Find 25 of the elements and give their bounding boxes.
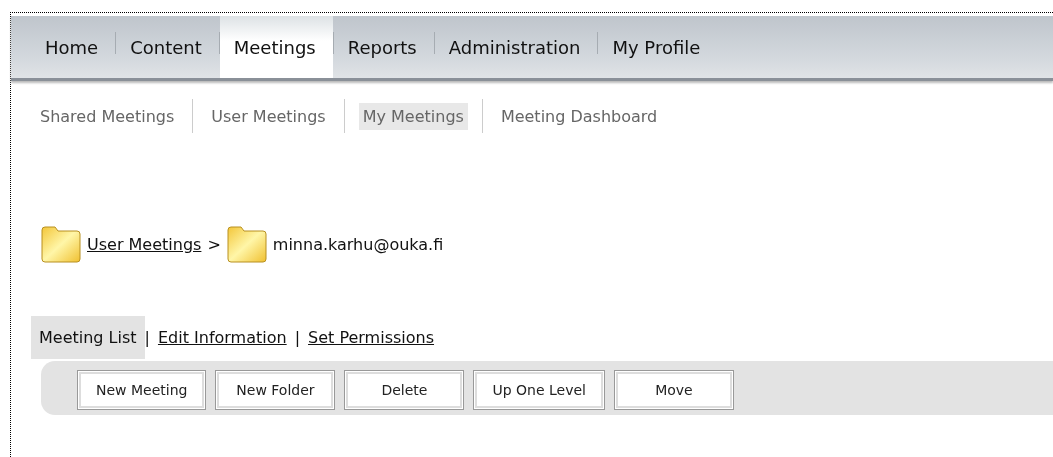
view-tab[interactable]: Set Permissions	[300, 316, 443, 359]
toolbar-button[interactable]: New Folder	[215, 370, 336, 410]
toolbar-button[interactable]: New Meeting	[77, 370, 207, 410]
tab-separator: |	[144, 328, 150, 347]
nav-tab[interactable]: Home	[31, 16, 116, 78]
sub-nav-tab[interactable]: Shared Meetings	[36, 102, 179, 130]
breadcrumb-separator: >	[207, 234, 221, 254]
sub-nav-tab[interactable]: Meeting Dashboard	[496, 102, 662, 130]
breadcrumb-current: minna.karhu@ouka.fi	[272, 234, 444, 254]
tab-separator: |	[294, 328, 301, 347]
sub-nav-tab[interactable]: User Meetings	[207, 102, 330, 130]
toolbar-button[interactable]: Move	[613, 370, 734, 410]
breadcrumb-link[interactable]: User Meetings	[87, 234, 202, 254]
folder-icon	[41, 225, 81, 263]
view-tab[interactable]: Meeting List	[31, 316, 145, 359]
nav-tab[interactable]: My Profile	[598, 16, 718, 78]
sub-nav-tab[interactable]: My Meetings	[358, 102, 468, 130]
nav-tab[interactable]: Content	[116, 16, 219, 78]
toolbar-button[interactable]: Up One Level	[473, 370, 605, 410]
toolbar-button[interactable]: Delete	[344, 370, 465, 410]
nav-tab[interactable]: Meetings	[219, 16, 333, 78]
folder-icon	[226, 225, 267, 263]
nav-tab[interactable]: Administration	[434, 16, 598, 78]
view-tab[interactable]: Edit Information	[149, 316, 295, 359]
nav-tab[interactable]: Reports	[333, 16, 434, 78]
